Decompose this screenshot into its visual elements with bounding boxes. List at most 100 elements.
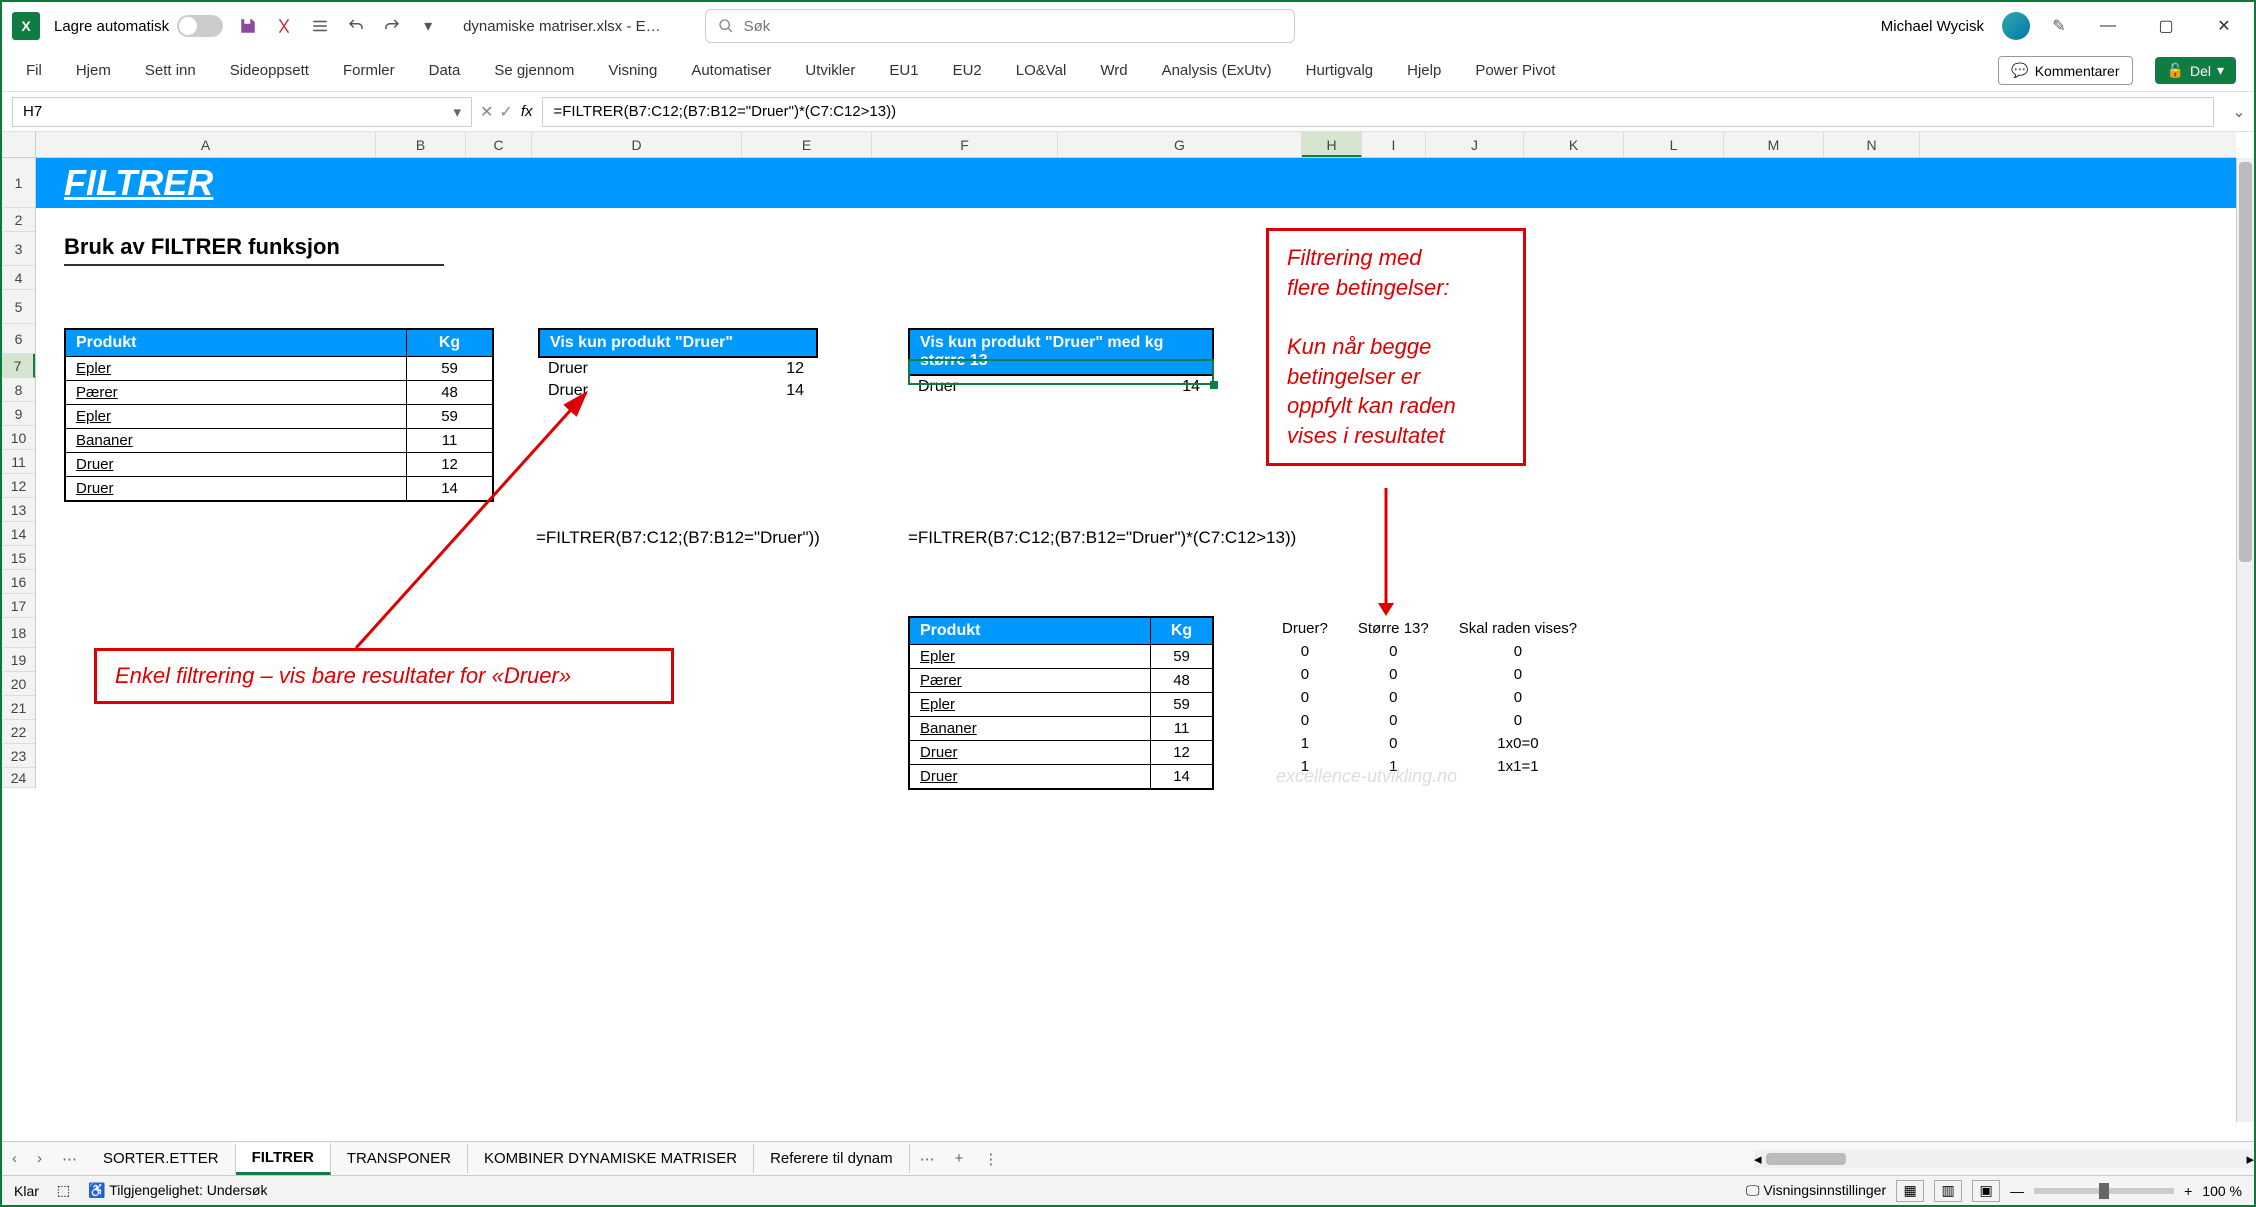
tab-eu1[interactable]: EU1 xyxy=(883,56,924,85)
col-header[interactable]: G xyxy=(1058,132,1302,157)
sheet-tab-active[interactable]: FILTRER xyxy=(236,1143,331,1175)
row-header[interactable]: 9 xyxy=(2,402,35,426)
save-icon[interactable] xyxy=(237,15,259,37)
table-row[interactable]: Epler59 xyxy=(909,645,1213,669)
display-settings[interactable]: 🖵 Visningsinnstillinger xyxy=(1746,1182,1886,1199)
row-header[interactable]: 12 xyxy=(2,474,35,498)
pen-icon[interactable]: ✎ xyxy=(2048,15,2070,37)
row-header[interactable]: 17 xyxy=(2,594,35,618)
undo-icon[interactable] xyxy=(345,15,367,37)
name-box[interactable]: H7 ▾ xyxy=(12,97,472,127)
row-header[interactable]: 10 xyxy=(2,426,35,450)
tab-wrd[interactable]: Wrd xyxy=(1094,56,1133,85)
autosave-toggle[interactable] xyxy=(177,15,223,37)
zoom-slider[interactable] xyxy=(2034,1188,2174,1194)
vertical-scrollbar[interactable] xyxy=(2236,158,2254,1122)
row-header[interactable]: 1 xyxy=(2,158,35,208)
row-header[interactable]: 13 xyxy=(2,498,35,522)
sheet-tab-scroll-icon[interactable]: ⋯ xyxy=(910,1150,945,1168)
table-row[interactable]: Bananer11 xyxy=(909,717,1213,741)
tab-settinn[interactable]: Sett inn xyxy=(139,56,202,85)
accessibility-status[interactable]: ♿ Tilgjengelighet: Undersøk xyxy=(88,1182,267,1199)
selected-cell[interactable] xyxy=(908,359,1214,385)
row-header[interactable]: 8 xyxy=(2,378,35,402)
table-row[interactable]: Druer12 xyxy=(909,741,1213,765)
row-header[interactable]: 19 xyxy=(2,648,35,672)
tab-utvikler[interactable]: Utvikler xyxy=(799,56,861,85)
fill-handle[interactable] xyxy=(1210,381,1218,389)
cut-icon[interactable] xyxy=(273,15,295,37)
col-header[interactable]: D xyxy=(532,132,742,157)
col-header[interactable]: F xyxy=(872,132,1058,157)
tab-eu2[interactable]: EU2 xyxy=(947,56,988,85)
row-header[interactable]: 21 xyxy=(2,696,35,720)
row-header[interactable]: 22 xyxy=(2,720,35,744)
avatar[interactable] xyxy=(2002,12,2030,40)
row-header[interactable]: 15 xyxy=(2,546,35,570)
col-header[interactable]: M xyxy=(1724,132,1824,157)
formula-input[interactable]: =FILTRER(B7:C12;(B7:B12="Druer")*(C7:C12… xyxy=(542,97,2214,127)
col-header[interactable]: I xyxy=(1362,132,1426,157)
accept-formula-icon[interactable]: ✓ xyxy=(499,102,512,122)
table-row[interactable]: Pærer48 xyxy=(65,381,493,405)
col-header[interactable]: N xyxy=(1824,132,1920,157)
col-header[interactable]: E xyxy=(742,132,872,157)
formula-expand-icon[interactable]: ⌄ xyxy=(2224,102,2254,122)
tab-powerpivot[interactable]: Power Pivot xyxy=(1469,56,1561,85)
row-header[interactable]: 6 xyxy=(2,324,35,354)
table-row[interactable]: Epler59 xyxy=(65,357,493,381)
new-sheet-button[interactable]: + xyxy=(945,1150,974,1167)
user-name[interactable]: Michael Wycisk xyxy=(1881,18,1984,35)
search-input[interactable] xyxy=(742,17,1282,36)
col-header[interactable]: A xyxy=(36,132,376,157)
qat-dropdown-icon[interactable]: ▾ xyxy=(417,15,439,37)
col-header[interactable]: H xyxy=(1302,132,1362,157)
table-row[interactable]: Druer14 xyxy=(909,765,1213,790)
row-header[interactable]: 14 xyxy=(2,522,35,546)
row-header[interactable]: 7 xyxy=(2,354,35,378)
sheet-tab[interactable]: KOMBINER DYNAMISKE MATRISER xyxy=(468,1144,754,1173)
indent-icon[interactable] xyxy=(309,15,331,37)
row-header[interactable]: 5 xyxy=(2,290,35,324)
tab-fil[interactable]: Fil xyxy=(20,56,48,85)
col-header[interactable]: K xyxy=(1524,132,1624,157)
sheet-nav-more[interactable]: ⋯ xyxy=(52,1150,87,1168)
tab-data[interactable]: Data xyxy=(423,56,467,85)
comments-button[interactable]: 💬 Kommentarer xyxy=(1998,56,2132,85)
tab-hurtigvalg[interactable]: Hurtigvalg xyxy=(1300,56,1380,85)
horizontal-scrollbar[interactable]: ◂▸ xyxy=(1754,1150,2254,1168)
table-row[interactable]: Bananer11 xyxy=(65,429,493,453)
zoom-level[interactable]: 100 % xyxy=(2202,1183,2242,1199)
minimize-button[interactable]: — xyxy=(2088,11,2128,41)
row-header[interactable]: 4 xyxy=(2,266,35,290)
row-header[interactable]: 24 xyxy=(2,768,35,788)
zoom-in-button[interactable]: + xyxy=(2184,1183,2192,1199)
sheet-tab[interactable]: Referere til dynam xyxy=(754,1144,910,1173)
sheet-nav-prev[interactable]: ‹ xyxy=(2,1150,27,1167)
table-row[interactable]: Druer12 xyxy=(65,453,493,477)
table-row[interactable]: Epler59 xyxy=(909,693,1213,717)
tab-segjennom[interactable]: Se gjennom xyxy=(488,56,580,85)
tab-analysis[interactable]: Analysis (ExUtv) xyxy=(1156,56,1278,85)
row-header[interactable]: 23 xyxy=(2,744,35,768)
sheet-tab[interactable]: TRANSPONER xyxy=(331,1144,468,1173)
sheet-menu-icon[interactable]: ⋮ xyxy=(973,1150,1008,1168)
redo-icon[interactable] xyxy=(381,15,403,37)
row-header[interactable]: 16 xyxy=(2,570,35,594)
tab-hjelp[interactable]: Hjelp xyxy=(1401,56,1447,85)
row-header[interactable]: 2 xyxy=(2,208,35,232)
tab-visning[interactable]: Visning xyxy=(602,56,663,85)
view-normal-icon[interactable]: ▦ xyxy=(1896,1180,1924,1202)
col-header[interactable]: B xyxy=(376,132,466,157)
zoom-out-button[interactable]: — xyxy=(2010,1183,2024,1199)
maximize-button[interactable]: ▢ xyxy=(2146,11,2186,41)
view-break-icon[interactable]: ▣ xyxy=(1972,1180,2000,1202)
share-button[interactable]: 🔓 Del ▾ xyxy=(2155,57,2236,84)
sheet-tab[interactable]: SORTER.ETTER xyxy=(87,1144,236,1173)
tab-sideoppsett[interactable]: Sideoppsett xyxy=(224,56,315,85)
table-row[interactable]: Pærer48 xyxy=(909,669,1213,693)
table-row[interactable]: Druer14 xyxy=(65,477,493,502)
row-header[interactable]: 3 xyxy=(2,232,35,266)
row-header[interactable]: 18 xyxy=(2,618,35,648)
col-header[interactable]: C xyxy=(466,132,532,157)
